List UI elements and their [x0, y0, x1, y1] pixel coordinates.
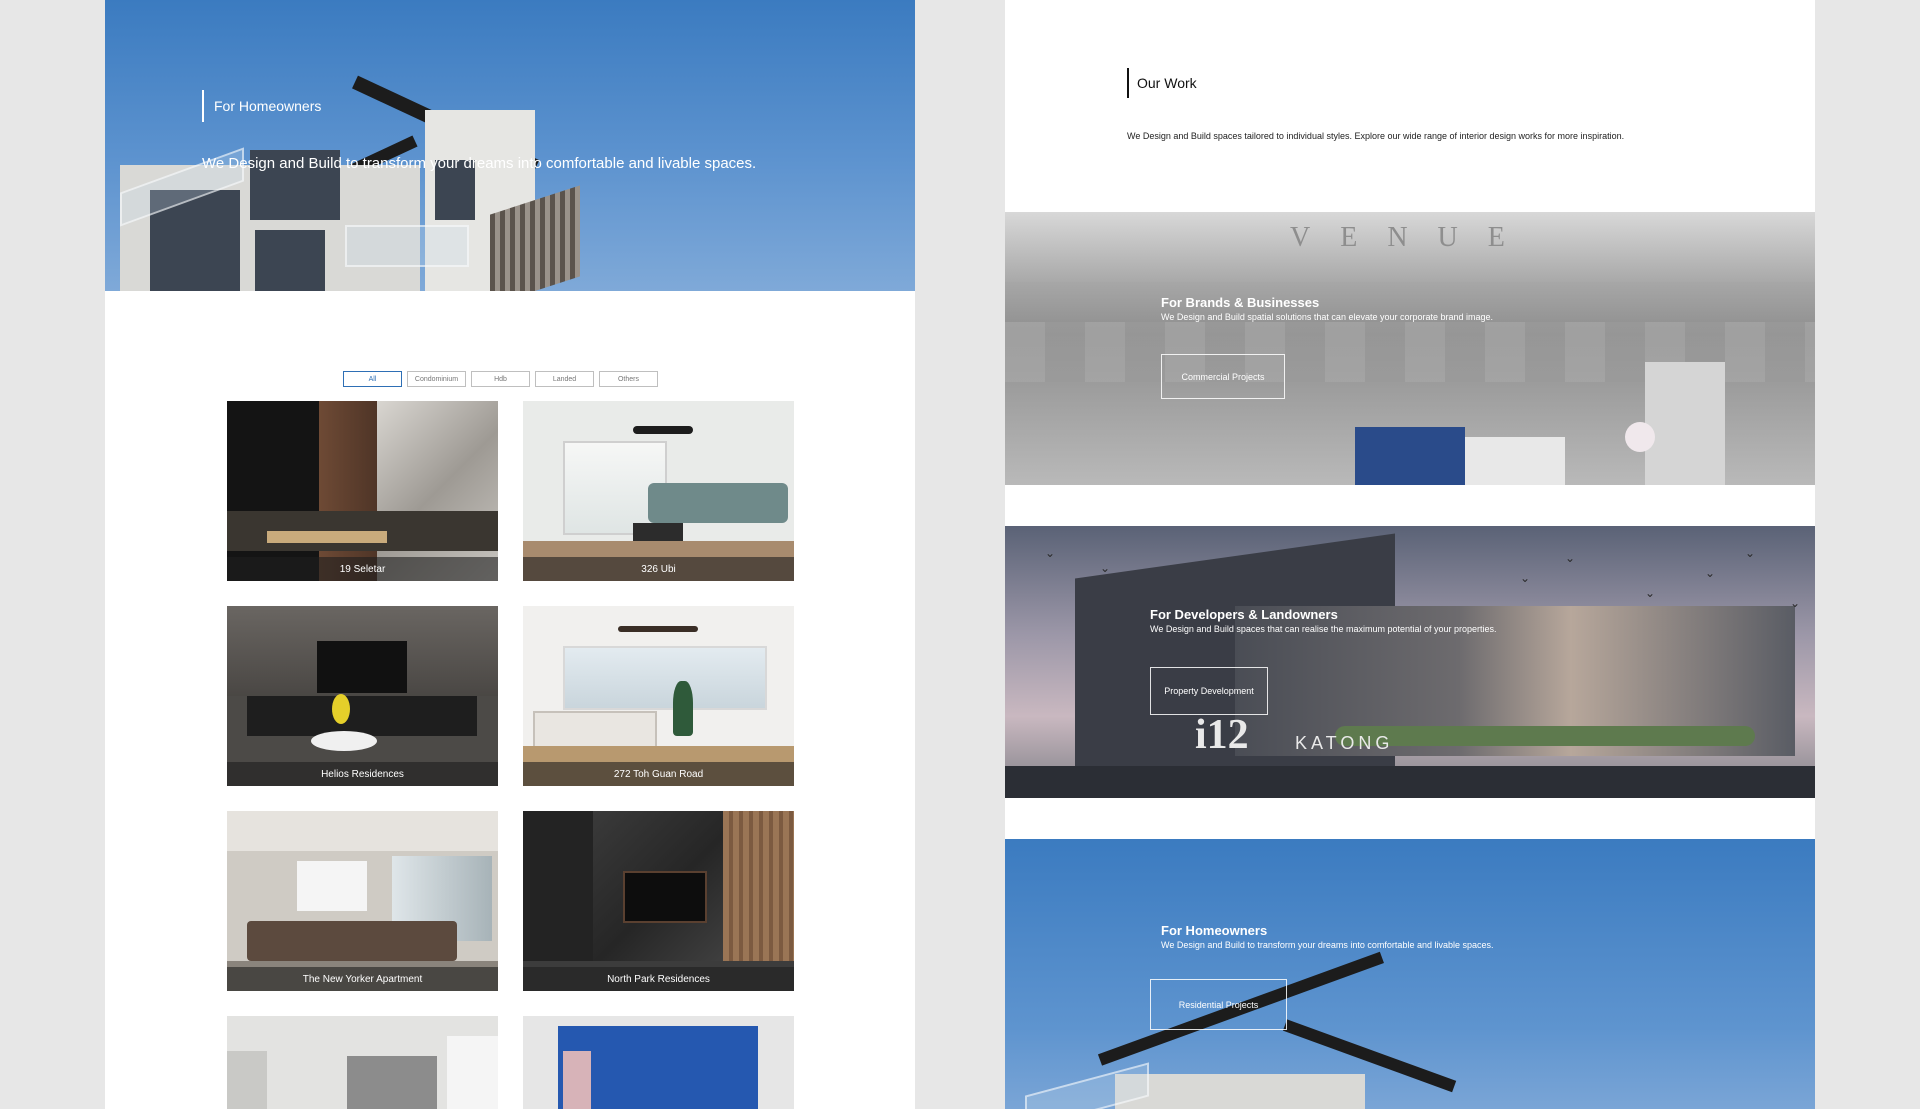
- banner-title: For Homeowners: [1161, 923, 1268, 938]
- bird-icon: ⌄: [1645, 586, 1656, 600]
- bird-icon: ⌄: [1045, 546, 1056, 560]
- bird-icon: ⌄: [1565, 551, 1576, 565]
- bird-icon: ⌄: [1520, 571, 1531, 585]
- banner-title: For Brands & Businesses: [1161, 295, 1320, 310]
- building-sign: KATONG: [1295, 733, 1394, 753]
- hero-description: We Design and Build to transform your dr…: [202, 155, 757, 172]
- project-name: North Park Residences: [523, 967, 794, 991]
- banner-title: For Developers & Landowners: [1150, 607, 1338, 622]
- project-card-272-toh-guan-road[interactable]: 272 Toh Guan Road: [523, 606, 794, 786]
- filter-condominium[interactable]: Condominium: [407, 371, 466, 387]
- banner-brands-businesses: VENUE For Brands & Businesses We Design …: [1005, 212, 1815, 485]
- filter-hdb[interactable]: Hdb: [471, 371, 530, 387]
- bird-icon: ⌄: [1745, 546, 1756, 560]
- house-illustration: [105, 0, 915, 291]
- project-card-partial[interactable]: [227, 1016, 498, 1109]
- filter-landed[interactable]: Landed: [535, 371, 594, 387]
- project-filters: All Condominium Hdb Landed Others: [343, 371, 658, 387]
- project-card-partial[interactable]: [523, 1016, 794, 1109]
- project-card-north-park-residences[interactable]: North Park Residences: [523, 811, 794, 991]
- property-development-button[interactable]: Property Development: [1150, 667, 1268, 715]
- bird-icon: ⌄: [1790, 596, 1801, 610]
- project-name: 272 Toh Guan Road: [523, 762, 794, 786]
- hero-banner: For Homeowners We Design and Build to tr…: [105, 0, 915, 291]
- homeowners-page-panel: For Homeowners We Design and Build to tr…: [105, 0, 915, 1109]
- hero-tag: For Homeowners: [202, 90, 321, 122]
- venue-sign: VENUE: [1290, 222, 1535, 253]
- project-name: 326 Ubi: [523, 557, 794, 581]
- project-card-326-ubi[interactable]: 326 Ubi: [523, 401, 794, 581]
- bird-icon: ⌄: [1705, 566, 1716, 580]
- building-logo-mark: i12: [1195, 712, 1249, 758]
- project-card-the-new-yorker-apartment[interactable]: The New Yorker Apartment: [227, 811, 498, 991]
- banner-homeowners: For Homeowners We Design and Build to tr…: [1005, 839, 1815, 1109]
- project-name: Helios Residences: [227, 762, 498, 786]
- our-work-page-panel: Our Work We Design and Build spaces tail…: [1005, 0, 1815, 1109]
- section-title: Our Work: [1127, 68, 1197, 98]
- commercial-projects-button[interactable]: Commercial Projects: [1161, 354, 1285, 399]
- project-name: The New Yorker Apartment: [227, 967, 498, 991]
- banner-description: We Design and Build to transform your dr…: [1161, 940, 1494, 950]
- section-description: We Design and Build spaces tailored to i…: [1127, 131, 1625, 141]
- project-card-19-seletar[interactable]: 19 Seletar: [227, 401, 498, 581]
- filter-all[interactable]: All: [343, 371, 402, 387]
- bird-icon: ⌄: [1100, 561, 1111, 575]
- project-card-helios-residences[interactable]: Helios Residences: [227, 606, 498, 786]
- banner-developers-landowners: i12 KATONG ⌄ ⌄ ⌄ ⌄ ⌄ ⌄ ⌄ ⌄ For Developer…: [1005, 526, 1815, 798]
- banner-description: We Design and Build spatial solutions th…: [1161, 312, 1494, 322]
- residential-projects-button[interactable]: Residential Projects: [1150, 979, 1287, 1030]
- project-name: 19 Seletar: [227, 557, 498, 581]
- banner-description: We Design and Build spaces that can real…: [1150, 624, 1497, 634]
- filter-others[interactable]: Others: [599, 371, 658, 387]
